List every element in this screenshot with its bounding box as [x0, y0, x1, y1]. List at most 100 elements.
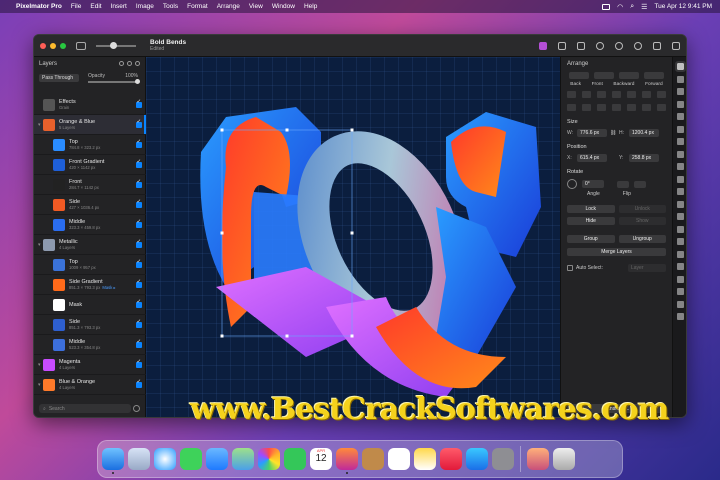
arrange-tool-icon[interactable] — [675, 61, 686, 72]
layer-visibility-checkbox[interactable] — [136, 279, 142, 288]
blend-mode-select[interactable]: Pass Through — [39, 74, 79, 82]
messages-icon[interactable] — [180, 448, 202, 470]
retouch-tool-icon[interactable] — [677, 188, 684, 195]
crop-tool-icon[interactable] — [677, 138, 684, 145]
image-canvas[interactable] — [146, 57, 560, 417]
layer-row[interactable]: ▾ Magenta 4 Layers — [34, 355, 146, 375]
layer-row[interactable]: ▾ Orange & Blue 5 Layers — [34, 115, 146, 135]
selection-handle[interactable] — [350, 128, 354, 132]
layer-row[interactable]: Side 427 × 1036.4 px — [34, 195, 146, 215]
erase-tool-icon[interactable] — [677, 175, 684, 183]
distribute-left-icon[interactable] — [567, 104, 576, 111]
layer-row[interactable]: Middle 323.3 × 459.8 px — [34, 215, 146, 235]
downloads-stack-icon[interactable] — [527, 448, 549, 470]
style-tool-icon[interactable] — [677, 75, 684, 83]
effects-tool-icon[interactable] — [677, 100, 684, 108]
menu-insert[interactable]: Insert — [111, 3, 127, 10]
battery-icon[interactable] — [602, 3, 611, 10]
minimize-window-button[interactable] — [50, 42, 56, 49]
paint-tool-icon[interactable] — [677, 150, 684, 158]
eyedropper-tool-icon[interactable] — [677, 300, 684, 308]
reminders-icon[interactable] — [388, 448, 410, 470]
zoom-slider[interactable] — [96, 41, 136, 49]
finder-icon[interactable] — [102, 448, 124, 474]
distort-tool-icon[interactable] — [677, 250, 684, 258]
layer-row[interactable]: Effects Grain — [34, 95, 146, 115]
shape-tool-icon[interactable] — [677, 275, 684, 283]
align-bottom-icon[interactable] — [642, 91, 651, 98]
layer-visibility-checkbox[interactable] — [136, 159, 142, 168]
align-left-icon[interactable] — [567, 91, 576, 98]
layer-visibility-checkbox[interactable] — [136, 339, 142, 348]
layer-visibility-checkbox[interactable] — [136, 319, 142, 328]
trash-icon[interactable] — [553, 448, 575, 470]
control-center-icon[interactable]: ☰ — [641, 3, 647, 11]
app-menu[interactable]: Pixelmator Pro — [16, 3, 62, 10]
menu-arrange[interactable]: Arrange — [217, 3, 240, 10]
sidebar-toggle-icon[interactable] — [76, 41, 86, 50]
selection-handle[interactable] — [220, 334, 224, 338]
ungroup-button[interactable]: Ungroup — [618, 235, 666, 243]
slice-tool-icon[interactable] — [677, 313, 684, 320]
facetime-icon[interactable] — [284, 448, 306, 470]
search-icon[interactable]: ⌕ — [630, 3, 634, 11]
close-window-button[interactable] — [40, 42, 46, 49]
layer-row[interactable]: Side Gradient 851.3 × 793.3 px Mask ▸ — [34, 275, 146, 295]
y-field[interactable]: 258.8 px — [629, 154, 659, 162]
layer-visibility-checkbox[interactable] — [136, 379, 142, 388]
pixelmator-pro-icon[interactable] — [336, 448, 358, 474]
align-more-icon[interactable] — [657, 91, 666, 98]
merge-layers-button[interactable]: Merge Layers — [567, 248, 666, 256]
distribute-middle-icon[interactable] — [627, 104, 636, 111]
opacity-slider[interactable] — [88, 79, 140, 84]
rotation-knob[interactable] — [567, 179, 577, 189]
width-field[interactable]: 776.6 px — [577, 129, 607, 137]
lock-button[interactable]: Lock — [567, 205, 615, 213]
show-button[interactable]: Show — [618, 217, 666, 225]
calendar-icon[interactable]: APR 12 — [310, 448, 332, 470]
more-options-icon[interactable] — [634, 41, 642, 50]
layer-visibility-checkbox[interactable] — [136, 219, 142, 228]
contacts-icon[interactable] — [362, 448, 384, 470]
system-preferences-icon[interactable] — [492, 448, 514, 470]
info-icon[interactable] — [596, 41, 604, 50]
wifi-icon[interactable]: ◠ — [617, 3, 623, 11]
layer-visibility-checkbox[interactable] — [136, 179, 142, 188]
selection-handle[interactable] — [285, 128, 289, 132]
layer-visibility-checkbox[interactable] — [136, 239, 142, 248]
launchpad-icon[interactable] — [128, 448, 150, 470]
layers-more-icon[interactable] — [135, 61, 140, 66]
unlock-button[interactable]: Unlock — [618, 205, 666, 213]
selection-handle[interactable] — [285, 334, 289, 338]
layer-visibility-checkbox[interactable] — [136, 139, 142, 148]
distribute-top-icon[interactable] — [612, 104, 621, 111]
zoom-window-button[interactable] — [60, 42, 66, 49]
send-backward-button[interactable] — [618, 72, 639, 79]
flip-vertical-button[interactable] — [634, 180, 646, 188]
layer-row[interactable]: Front 284.7 × 1142 px — [34, 175, 146, 195]
align-center-icon[interactable] — [582, 91, 591, 98]
layers-search-field[interactable]: ⌕ Search — [39, 404, 131, 413]
fill-tool-icon[interactable] — [677, 163, 684, 170]
bring-front-button[interactable] — [594, 72, 615, 79]
selection-tool-icon[interactable] — [677, 113, 684, 120]
crop-icon[interactable] — [577, 41, 585, 50]
layer-row[interactable]: ▾ Blue & Orange 4 Layers — [34, 375, 146, 395]
layer-visibility-checkbox[interactable] — [136, 99, 142, 108]
menu-window[interactable]: Window — [272, 3, 295, 10]
share-icon[interactable] — [653, 41, 661, 50]
layer-visibility-checkbox[interactable] — [136, 119, 142, 128]
layer-row[interactable]: Side 851.3 × 793.3 px — [34, 315, 146, 335]
menu-help[interactable]: Help — [304, 3, 317, 10]
filter-icon[interactable] — [133, 405, 140, 412]
selection-handle[interactable] — [220, 231, 224, 235]
menu-format[interactable]: Format — [187, 3, 208, 10]
notes-icon[interactable] — [414, 448, 436, 470]
photos-icon[interactable] — [258, 448, 280, 470]
height-field[interactable]: 1200.4 px — [629, 129, 659, 137]
sponge-tool-icon[interactable] — [677, 238, 684, 245]
clone-tool-icon[interactable] — [677, 200, 684, 208]
layers-settings-icon[interactable] — [127, 61, 132, 66]
components-icon[interactable] — [539, 41, 547, 50]
distribute-more-icon[interactable] — [657, 104, 666, 111]
